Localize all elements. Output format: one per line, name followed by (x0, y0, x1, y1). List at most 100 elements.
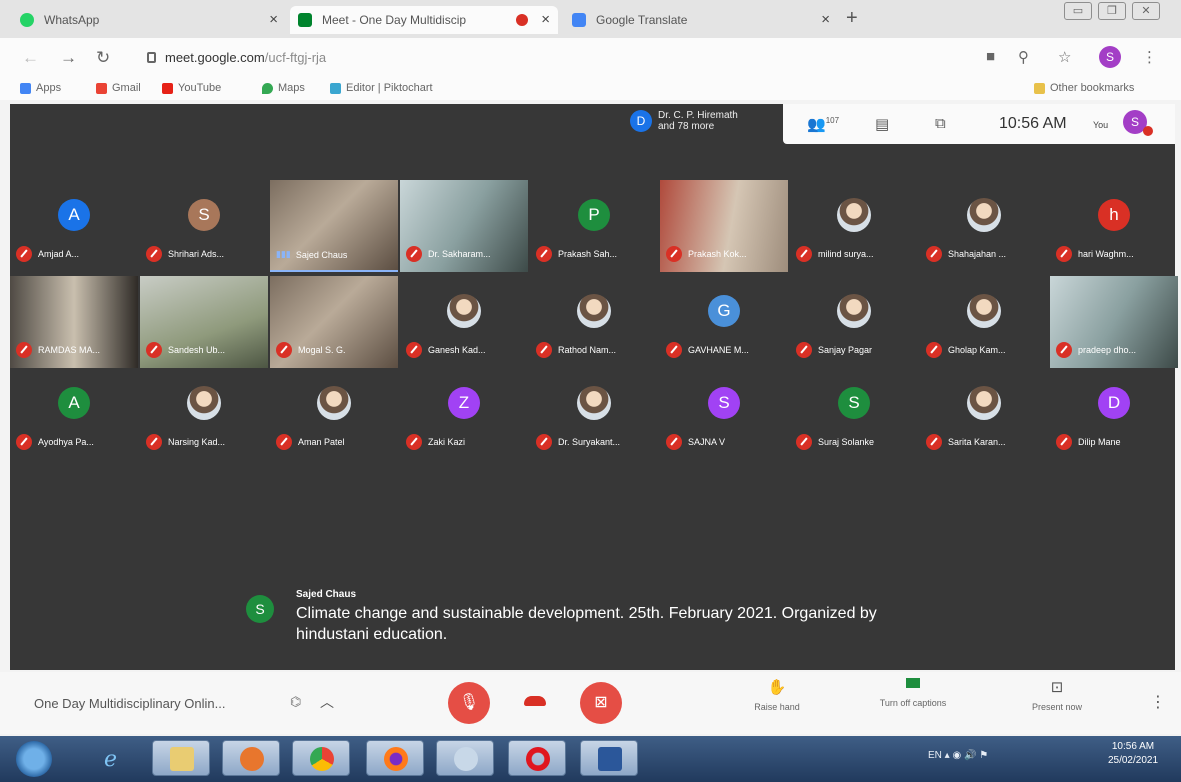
participant-tile[interactable]: D Dilip Mane (1050, 368, 1178, 460)
zoom-icon[interactable]: ⚲ (1018, 48, 1029, 66)
youtube-icon (162, 82, 173, 94)
tab-whatsapp[interactable]: WhatsApp × (12, 6, 286, 34)
participant-tile[interactable]: S Suraj Solanke (790, 368, 918, 460)
hand-icon: ✋ (767, 679, 787, 696)
participant-tile[interactable]: A Amjad A... (10, 180, 138, 272)
captions-button[interactable]: Turn off captions (858, 678, 968, 708)
back-icon[interactable]: ← (22, 48, 39, 68)
speaking-indicator-icon: ▮▮▮ (276, 249, 291, 259)
close-tab-icon[interactable]: × (541, 11, 550, 28)
details-icon[interactable]: ⌬ (290, 694, 301, 710)
participant-tile[interactable]: Z Zaki Kazi (400, 368, 528, 460)
bookmark-maps[interactable]: Maps (262, 82, 305, 94)
participant-name: Sarita Karan... (948, 437, 1006, 447)
participant-tile[interactable]: ▮▮▮ Sajed Chaus (270, 180, 398, 272)
bookmark-gmail[interactable]: Gmail (96, 82, 141, 94)
taskbar-chrome[interactable] (292, 740, 350, 776)
ie-icon[interactable]: ℯ (104, 746, 117, 772)
participant-tile[interactable]: Sanjay Pagar (790, 276, 918, 368)
participant-avatar: A (58, 387, 90, 419)
participant-tile[interactable]: Sandesh Ub... (140, 276, 268, 368)
participant-tile[interactable]: S SAJNA V (660, 368, 788, 460)
gmail-icon (96, 82, 107, 94)
participant-name: Gholap Kam... (948, 345, 1006, 355)
participant-tile[interactable]: Rathod Nam... (530, 276, 658, 368)
chat-icon[interactable]: ▤ (875, 115, 889, 133)
participant-tile[interactable]: Shahajahan ... (920, 180, 1048, 272)
participant-label: RAMDAS MA... (16, 342, 134, 358)
more-options-icon[interactable]: ⋮ (1150, 692, 1166, 712)
participant-tile[interactable]: RAMDAS MA... (10, 276, 138, 368)
participant-tile[interactable]: h hari Waghm... (1050, 180, 1178, 272)
word-icon (598, 747, 622, 771)
forward-icon[interactable]: → (60, 48, 77, 68)
participant-tile[interactable]: pradeep dho... (1050, 276, 1178, 368)
participant-tile[interactable]: A Ayodhya Pa... (10, 368, 138, 460)
participant-avatar: S (708, 387, 740, 419)
tab-google-translate[interactable]: Google Translate × (564, 6, 838, 34)
participant-tile[interactable]: Prakash Kok... (660, 180, 788, 272)
system-clock[interactable]: 10:56 AM 25/02/2021 (1098, 740, 1168, 768)
participant-tile[interactable]: Gholap Kam... (920, 276, 1048, 368)
bookmark-youtube[interactable]: YouTube (162, 82, 221, 94)
participant-tile[interactable]: G GAVHANE M... (660, 276, 788, 368)
taskbar-paint[interactable] (436, 740, 494, 776)
taskbar-explorer[interactable] (152, 740, 210, 776)
mic-muted-icon (926, 246, 942, 262)
camera-icon[interactable]: ■ (986, 48, 995, 65)
tab-title: WhatsApp (44, 13, 100, 27)
profile-avatar[interactable]: S (1099, 46, 1121, 68)
bookmark-apps[interactable]: Apps (20, 82, 61, 94)
activities-icon[interactable]: ⧉ (935, 115, 946, 132)
participant-tile[interactable]: Ganesh Kad... (400, 276, 528, 368)
participant-tile[interactable]: Aman Patel (270, 368, 398, 460)
raise-hand-button[interactable]: ✋ Raise hand (722, 678, 832, 712)
taskbar-firefox[interactable] (366, 740, 424, 776)
tab-meet[interactable]: Meet - One Day Multidiscip × (290, 6, 558, 34)
participant-tile[interactable]: Dr. Suryakant... (530, 368, 658, 460)
participant-label: Prakash Sah... (536, 246, 654, 262)
new-tab-button[interactable]: + (846, 7, 858, 30)
participant-tile[interactable]: Sarita Karan... (920, 368, 1048, 460)
meeting-title[interactable]: One Day Multidisciplinary Onlin... (34, 696, 225, 711)
bookmark-star-icon[interactable]: ☆ (1058, 48, 1071, 66)
camera-off-button[interactable]: ⊠ (580, 682, 622, 724)
menu-dots-icon[interactable]: ⋮ (1142, 48, 1157, 66)
participant-avatar: A (58, 199, 90, 231)
participant-name: Dilip Mane (1078, 437, 1121, 447)
system-tray[interactable]: EN ▴ ◉ 🔊 ⚑ (928, 750, 988, 761)
participant-tile[interactable]: milind surya... (790, 180, 918, 272)
presenter-tag[interactable]: D Dr. C. P. Hiremath and 78 more (630, 110, 738, 132)
participant-tile[interactable]: Narsing Kad... (140, 368, 268, 460)
start-button[interactable] (16, 741, 52, 777)
close-tab-icon[interactable]: × (821, 11, 830, 28)
taskbar-media[interactable] (222, 740, 280, 776)
mic-muted-icon (666, 434, 682, 450)
bookmark-piktochart[interactable]: Editor | Piktochart (330, 82, 433, 94)
recording-icon (516, 14, 528, 26)
chevron-up-icon[interactable]: ︿ (320, 692, 334, 712)
people-icon[interactable]: 👥107 (807, 115, 839, 133)
meet-icon (298, 13, 312, 27)
participant-tile[interactable]: Dr. Sakharam... (400, 180, 528, 272)
minimize-button[interactable]: ▭ (1064, 2, 1092, 20)
mic-off-button[interactable]: 🎙 (448, 682, 490, 724)
opera-icon (526, 747, 550, 771)
other-bookmarks[interactable]: Other bookmarks (1034, 82, 1134, 94)
tab-title: Meet - One Day Multidiscip (322, 13, 467, 27)
close-tab-icon[interactable]: × (269, 11, 278, 28)
reload-icon[interactable]: ↻ (96, 48, 110, 68)
participant-label: ▮▮▮ Sajed Chaus (276, 249, 394, 260)
participant-label: Sarita Karan... (926, 434, 1044, 450)
participant-tile[interactable]: Mogal S. G. (270, 276, 398, 368)
restore-button[interactable]: ❐ (1098, 2, 1126, 20)
url-field[interactable]: meet.google.com/ucf-ftgj-rja (165, 50, 326, 65)
taskbar-word[interactable] (580, 740, 638, 776)
mic-muted-icon (536, 434, 552, 450)
participant-tile[interactable]: P Prakash Sah... (530, 180, 658, 272)
taskbar-opera[interactable] (508, 740, 566, 776)
close-window-button[interactable]: ✕ (1132, 2, 1160, 20)
leave-call-button[interactable] (524, 696, 546, 706)
present-now-button[interactable]: ⊡ Present now (1002, 678, 1112, 712)
participant-tile[interactable]: S Shrihari Ads... (140, 180, 268, 272)
